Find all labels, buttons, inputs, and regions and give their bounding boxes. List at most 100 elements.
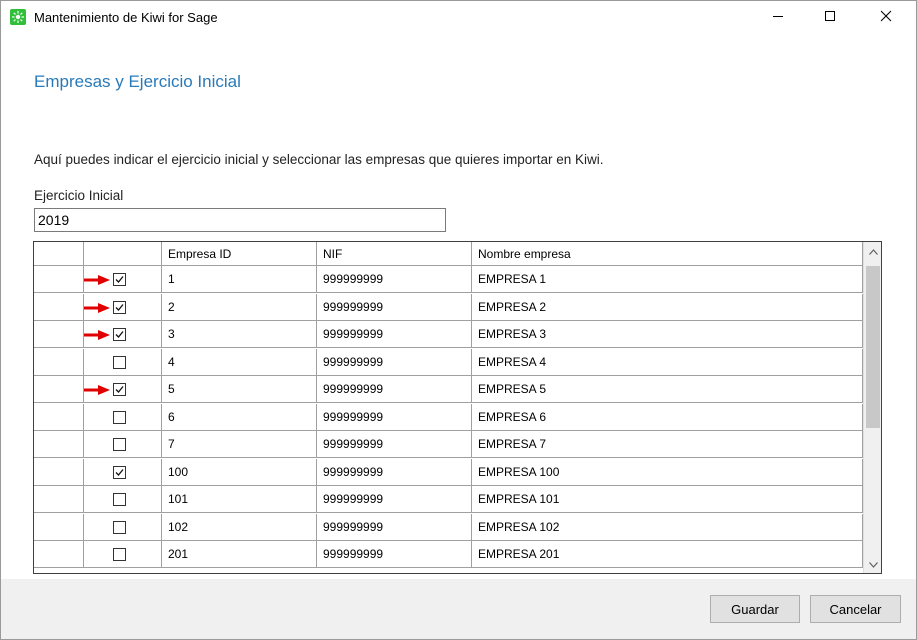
checkbox-cell — [84, 513, 162, 541]
table-row[interactable]: 102 999999999 EMPRESA 102 — [34, 513, 863, 541]
grid-header-row: Empresa ID NIF Nombre empresa — [34, 242, 863, 269]
guardar-button[interactable]: Guardar — [710, 595, 800, 623]
maximize-button[interactable] — [807, 1, 853, 35]
checkmark-icon — [115, 276, 124, 283]
checkbox-cell — [84, 458, 162, 486]
nif-cell[interactable]: 999999999 — [317, 458, 472, 486]
kiwi-app-icon — [10, 9, 26, 25]
title-bar[interactable]: Mantenimiento de Kiwi for Sage — [1, 1, 916, 35]
empresa-id-cell[interactable]: 101 — [162, 486, 317, 513]
checkbox-unchecked[interactable] — [113, 355, 126, 369]
row-selector[interactable] — [34, 266, 84, 293]
nombre-empresa-cell[interactable]: EMPRESA 4 — [472, 348, 863, 376]
table-row[interactable]: 6 999999999 EMPRESA 6 — [34, 403, 863, 431]
nombre-empresa-cell[interactable]: EMPRESA 3 — [472, 321, 863, 348]
header-checkbox-col — [84, 242, 162, 266]
chevron-up-icon — [868, 242, 878, 260]
checkbox-cell — [84, 293, 162, 321]
vertical-scrollbar[interactable] — [863, 242, 881, 573]
checkbox-cell — [84, 376, 162, 403]
checkmark-icon — [115, 468, 124, 476]
checkbox-unchecked[interactable] — [113, 548, 126, 561]
empresa-id-cell[interactable]: 201 — [162, 541, 317, 568]
table-row[interactable]: 100 999999999 EMPRESA 100 — [34, 458, 863, 486]
table-row[interactable]: 3 999999999 EMPRESA 3 — [34, 321, 863, 348]
empresa-id-cell[interactable]: 6 — [162, 403, 317, 431]
nombre-empresa-cell[interactable]: EMPRESA 1 — [472, 266, 863, 293]
nombre-empresa-cell[interactable]: EMPRESA 2 — [472, 293, 863, 321]
red-arrow-icon — [84, 275, 110, 285]
checkbox-unchecked[interactable] — [113, 410, 126, 424]
ejercicio-input[interactable] — [34, 208, 446, 232]
table-row[interactable]: 7 999999999 EMPRESA 7 — [34, 431, 863, 458]
header-nombre-empresa[interactable]: Nombre empresa — [472, 242, 863, 266]
red-arrow-icon — [84, 330, 110, 340]
nif-cell[interactable]: 999999999 — [317, 486, 472, 513]
nombre-empresa-cell[interactable]: EMPRESA 201 — [472, 541, 863, 568]
empresa-id-cell[interactable]: 7 — [162, 431, 317, 458]
checkbox-checked[interactable] — [113, 465, 126, 479]
nombre-empresa-cell[interactable]: EMPRESA 5 — [472, 376, 863, 403]
row-selector[interactable] — [34, 431, 84, 458]
empresa-id-cell[interactable]: 5 — [162, 376, 317, 403]
checkbox-checked[interactable] — [113, 383, 126, 396]
table-row[interactable]: 5 999999999 EMPRESA 5 — [34, 376, 863, 403]
scroll-thumb[interactable] — [866, 266, 880, 428]
nif-cell[interactable]: 999999999 — [317, 376, 472, 403]
table-row[interactable]: 1 999999999 EMPRESA 1 — [34, 266, 863, 293]
empresa-id-cell[interactable]: 4 — [162, 348, 317, 376]
row-selector[interactable] — [34, 403, 84, 431]
empresa-id-cell[interactable]: 1 — [162, 266, 317, 293]
checkbox-checked[interactable] — [113, 300, 126, 314]
page-description: Aquí puedes indicar el ejercicio inicial… — [34, 152, 604, 167]
row-selector[interactable] — [34, 293, 84, 321]
row-selector[interactable] — [34, 321, 84, 348]
nombre-empresa-cell[interactable]: EMPRESA 6 — [472, 403, 863, 431]
nif-cell[interactable]: 999999999 — [317, 266, 472, 293]
header-empresa-id[interactable]: Empresa ID — [162, 242, 317, 266]
nombre-empresa-cell[interactable]: EMPRESA 101 — [472, 486, 863, 513]
row-selector[interactable] — [34, 348, 84, 376]
close-icon — [880, 9, 892, 27]
checkbox-unchecked[interactable] — [113, 520, 126, 534]
header-nif[interactable]: NIF — [317, 242, 472, 266]
checkbox-checked[interactable] — [113, 328, 126, 341]
row-selector[interactable] — [34, 513, 84, 541]
row-selector[interactable] — [34, 376, 84, 403]
row-selector[interactable] — [34, 486, 84, 513]
empresa-id-cell[interactable]: 100 — [162, 458, 317, 486]
nombre-empresa-cell[interactable]: EMPRESA 100 — [472, 458, 863, 486]
checkbox-cell — [84, 348, 162, 376]
checkbox-cell — [84, 321, 162, 348]
scroll-up-button[interactable] — [864, 242, 881, 260]
nif-cell[interactable]: 999999999 — [317, 541, 472, 568]
empresa-id-cell[interactable]: 3 — [162, 321, 317, 348]
checkbox-cell — [84, 541, 162, 568]
cancelar-button[interactable]: Cancelar — [810, 595, 901, 623]
nif-cell[interactable]: 999999999 — [317, 348, 472, 376]
checkbox-checked[interactable] — [113, 273, 126, 286]
chevron-down-icon — [868, 555, 878, 573]
nif-cell[interactable]: 999999999 — [317, 513, 472, 541]
checkbox-unchecked[interactable] — [113, 493, 126, 506]
table-row[interactable]: 101 999999999 EMPRESA 101 — [34, 486, 863, 513]
nif-cell[interactable]: 999999999 — [317, 431, 472, 458]
checkbox-unchecked[interactable] — [113, 438, 126, 451]
checkbox-cell — [84, 431, 162, 458]
row-selector[interactable] — [34, 458, 84, 486]
table-row[interactable]: 4 999999999 EMPRESA 4 — [34, 348, 863, 376]
table-row[interactable]: 201 999999999 EMPRESA 201 — [34, 541, 863, 568]
empresa-id-cell[interactable]: 102 — [162, 513, 317, 541]
close-button[interactable] — [863, 1, 909, 35]
nombre-empresa-cell[interactable]: EMPRESA 7 — [472, 431, 863, 458]
empresa-id-cell[interactable]: 2 — [162, 293, 317, 321]
nif-cell[interactable]: 999999999 — [317, 321, 472, 348]
table-row[interactable]: 2 999999999 EMPRESA 2 — [34, 293, 863, 321]
scroll-down-button[interactable] — [864, 555, 881, 573]
row-selector[interactable] — [34, 541, 84, 568]
nif-cell[interactable]: 999999999 — [317, 293, 472, 321]
dialog-window: Mantenimiento de Kiwi for Sage Empresas … — [0, 0, 917, 640]
nombre-empresa-cell[interactable]: EMPRESA 102 — [472, 513, 863, 541]
nif-cell[interactable]: 999999999 — [317, 403, 472, 431]
minimize-button[interactable] — [755, 1, 801, 35]
